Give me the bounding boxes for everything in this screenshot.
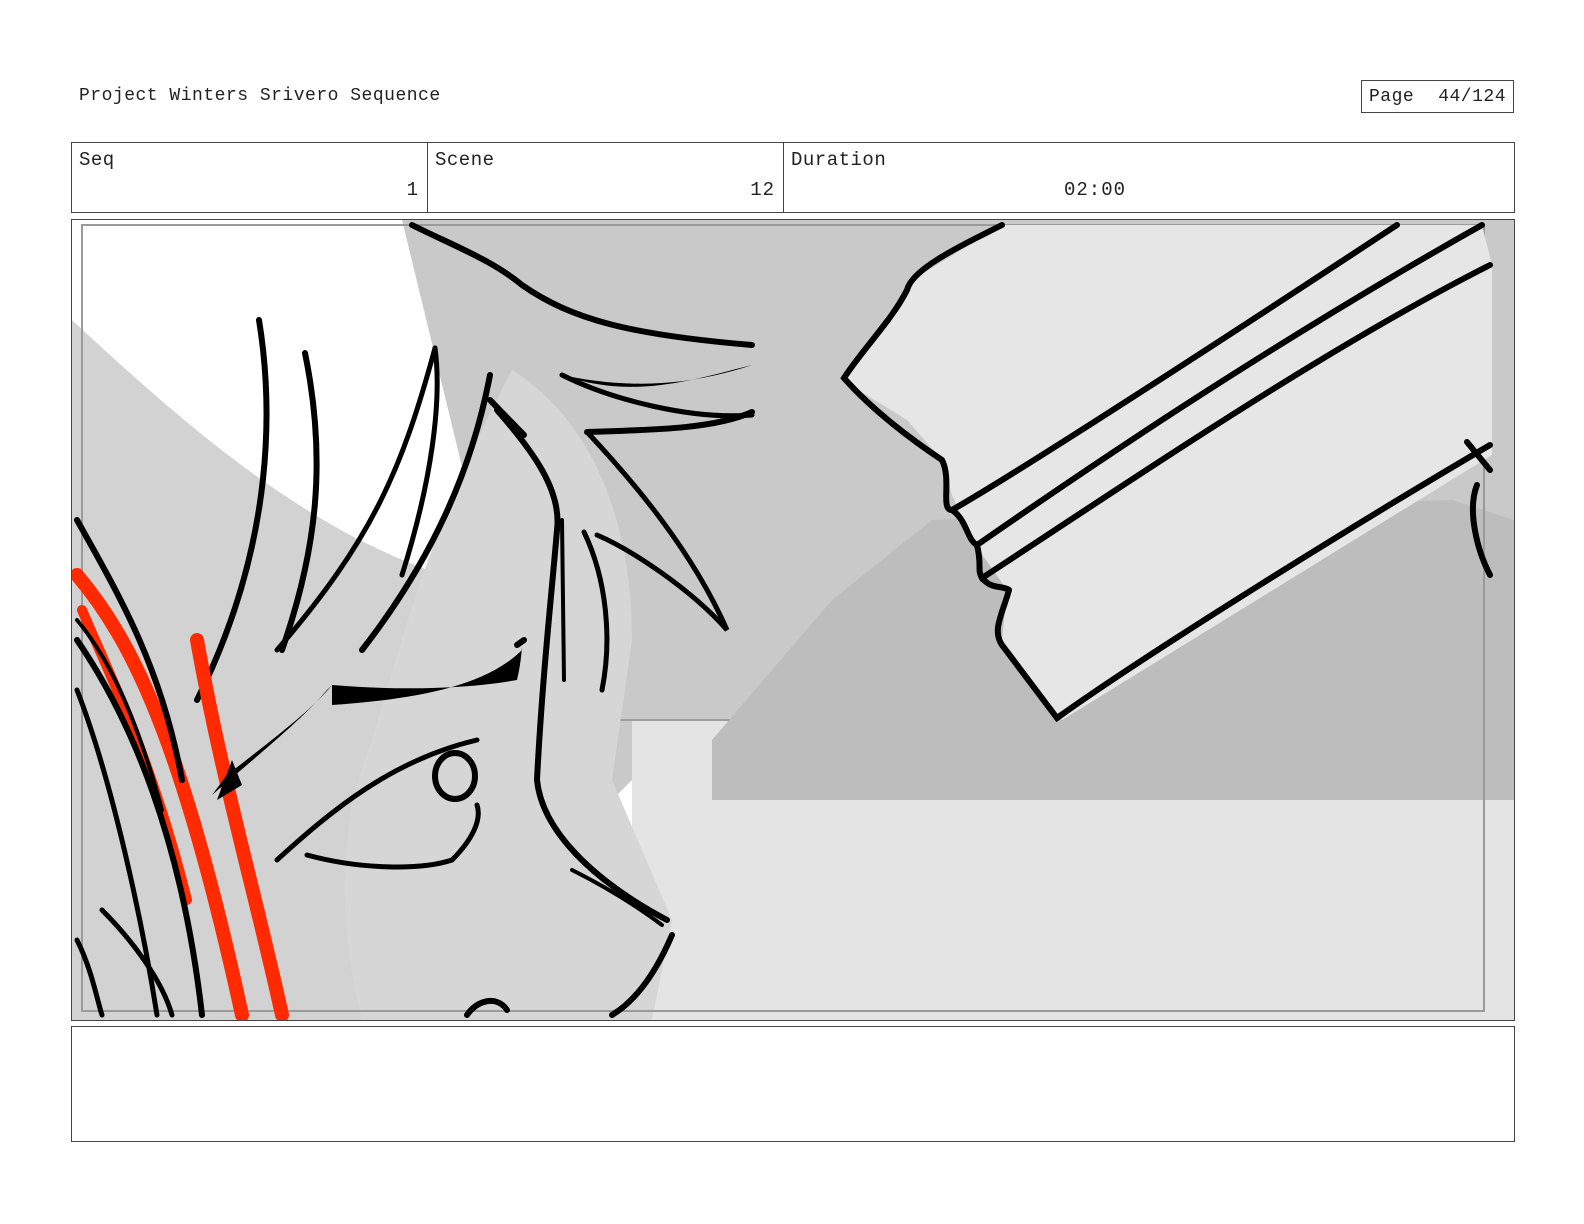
notes-box — [71, 1026, 1515, 1142]
project-title: Project Winters Srivero Sequence — [79, 86, 441, 106]
page-label: Page — [1368, 86, 1415, 107]
seq-label: Seq — [79, 149, 115, 171]
page-number: 44/124 — [1438, 86, 1507, 107]
scene-label: Scene — [435, 149, 495, 171]
shot-info-row: Seq 1 Scene 12 Duration 02:00 — [71, 142, 1515, 213]
storyboard-panel — [71, 219, 1515, 1021]
duration-cell: Duration 02:00 — [784, 143, 1514, 212]
storyboard-sketch-image — [72, 220, 1514, 1020]
page-indicator: Page 44/124 — [1361, 80, 1514, 113]
scene-value: 12 — [750, 179, 775, 201]
duration-label: Duration — [791, 149, 887, 171]
seq-value: 1 — [406, 179, 419, 201]
seq-cell: Seq 1 — [72, 143, 428, 212]
scene-cell: Scene 12 — [428, 143, 784, 212]
duration-value: 02:00 — [1064, 179, 1127, 201]
